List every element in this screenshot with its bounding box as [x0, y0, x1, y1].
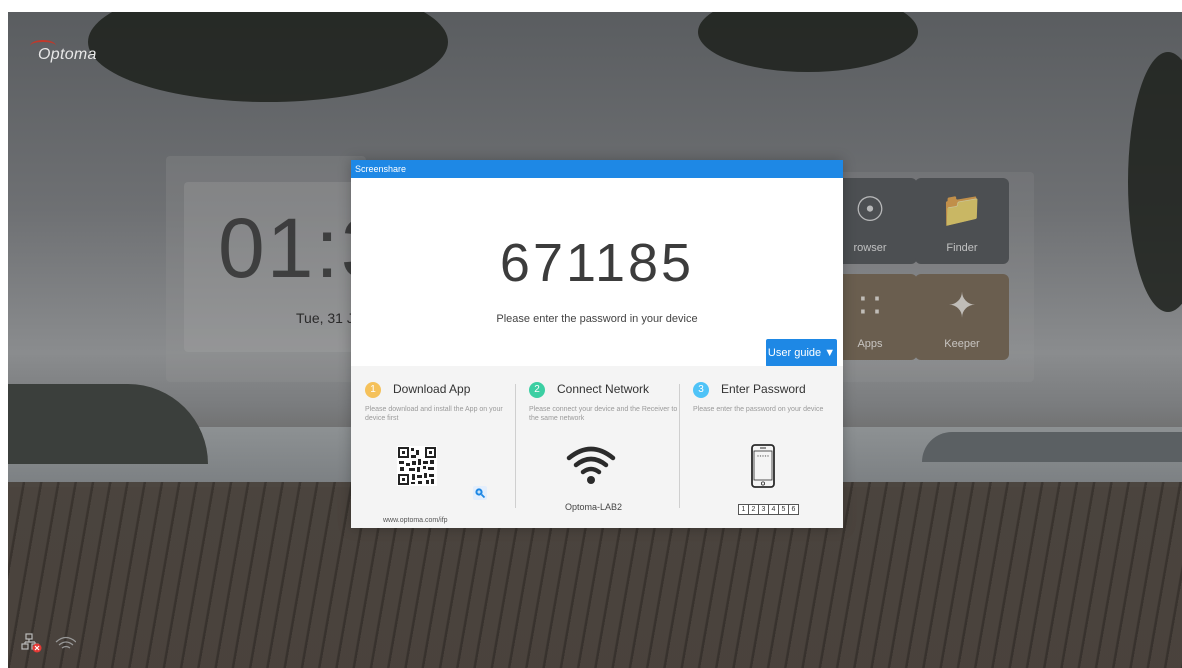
step-title: Download App — [393, 382, 471, 396]
step-number: 2 — [529, 382, 545, 398]
tile-label: Keeper — [944, 338, 980, 350]
folder-search-icon: 📁 — [940, 191, 984, 229]
qr-code — [397, 446, 437, 486]
step-number: 1 — [365, 382, 381, 398]
step-description: Please download and install the App on y… — [365, 406, 503, 422]
tree-right — [698, 12, 918, 72]
step-title: Connect Network — [557, 382, 650, 396]
tile-keeper[interactable]: ✦ Keeper — [915, 274, 1009, 360]
step-number: 3 — [693, 382, 709, 398]
step-description: Please enter the password on your device — [693, 406, 824, 413]
download-url[interactable]: www.optoma.com/ifp — [383, 517, 448, 524]
step-download-app: 1 Download App Please download and insta… — [365, 380, 517, 528]
tree-left — [88, 12, 448, 102]
pin-code: 671185 — [499, 233, 695, 293]
hills-left — [8, 384, 208, 464]
password-digit: 6 — [788, 504, 799, 515]
screenshare-dialog: Screenshare 671185 Please enter the pass… — [351, 160, 843, 528]
step-description: Please connect your device and the Recei… — [529, 406, 678, 422]
broom-icon: ✦ — [947, 287, 977, 325]
network-name: Optoma-LAB2 — [565, 502, 623, 512]
globe-icon: ☉ — [854, 191, 886, 229]
step-connect-network: 2 Connect Network Please connect your de… — [529, 380, 681, 528]
network-status[interactable] — [20, 630, 76, 656]
user-guide-label: User guide — [767, 347, 822, 359]
user-guide-button[interactable]: User guide ▼ — [766, 339, 837, 367]
steps-panel: 1 Download App Please download and insta… — [351, 366, 843, 528]
tile-label: Finder — [946, 242, 978, 254]
phone-icon — [751, 444, 775, 488]
optoma-logo: Optoma — [30, 40, 97, 63]
hills-right — [922, 432, 1182, 462]
tile-finder[interactable]: 📁 Finder — [915, 178, 1009, 264]
pin-instruction: Please enter the password in your device — [496, 313, 698, 325]
zoom-in-icon[interactable] — [473, 486, 487, 500]
clock-date: Tue, 31 J — [296, 310, 354, 326]
apps-grid-icon: ∷ — [859, 287, 881, 325]
step-title: Enter Password — [721, 382, 806, 396]
wifi-icon — [55, 636, 76, 649]
dialog-title: Screenshare — [351, 160, 843, 178]
triangle-down-icon: ▼ — [824, 347, 836, 359]
tree-far-right — [1128, 52, 1182, 312]
wifi-icon — [566, 446, 616, 484]
password-boxes: 1 2 3 4 5 6 — [738, 504, 799, 515]
step-enter-password: 3 Enter Password Please enter the passwo… — [693, 380, 843, 528]
